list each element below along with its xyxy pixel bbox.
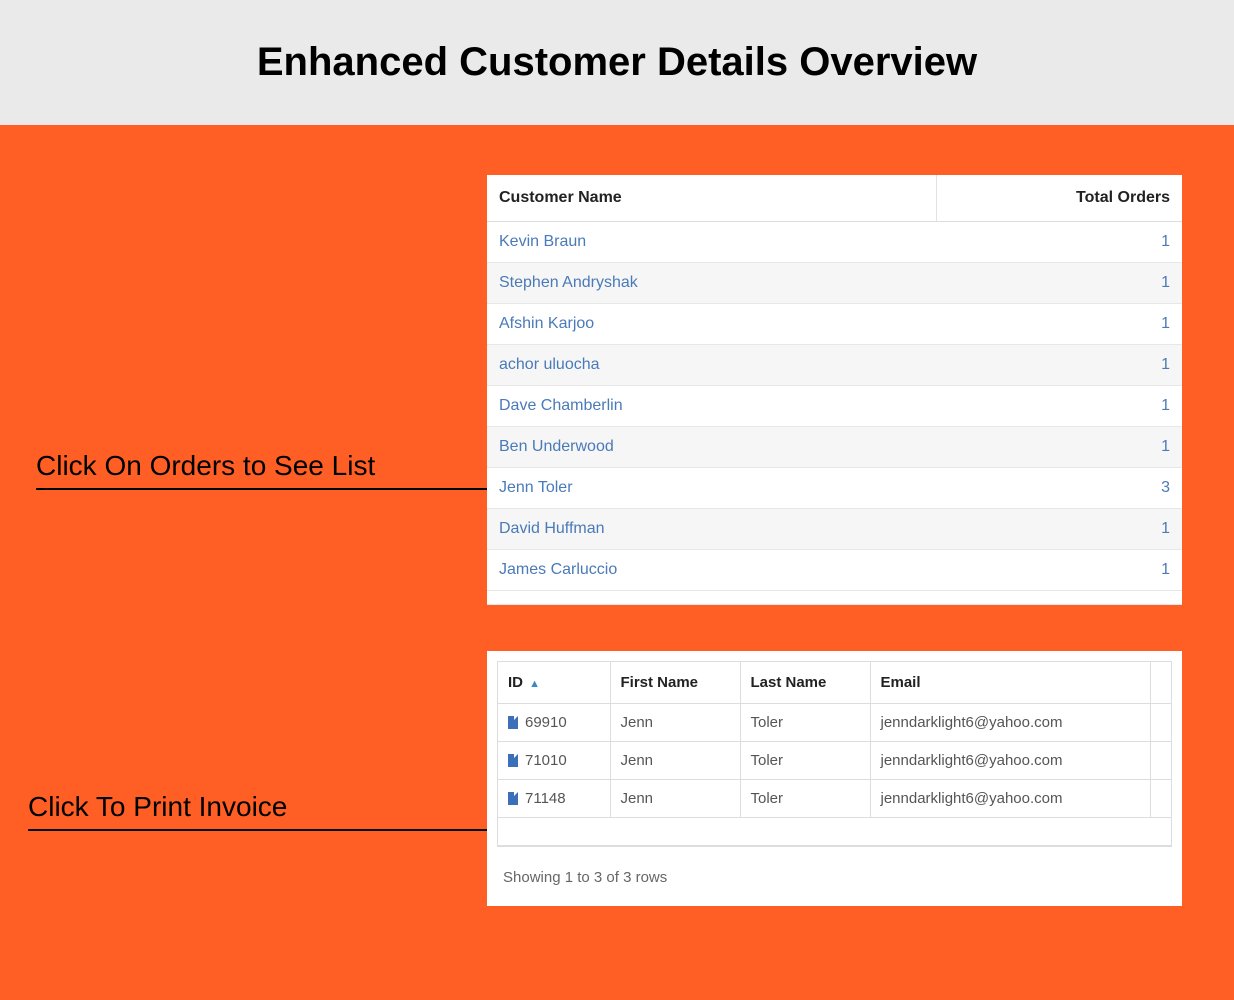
table-row: 71148 Jenn Toler jenndarklight6@yahoo.co… (498, 780, 1171, 818)
callout-print-invoice: Click To Print Invoice (28, 791, 508, 831)
table-row: Kevin Braun 1 (487, 222, 1182, 263)
total-orders-cell[interactable]: 3 (936, 468, 1182, 509)
email-cell: jenndarklight6@yahoo.com (870, 742, 1150, 780)
col-last-name[interactable]: Last Name (740, 662, 870, 704)
first-name-cell: Jenn (610, 780, 740, 818)
customer-link[interactable]: Jenn Toler (499, 479, 573, 496)
callout-label: Click On Orders to See List (36, 450, 506, 488)
table-footer-status: Showing 1 to 3 of 3 rows (497, 847, 1172, 896)
print-invoice-link[interactable]: 71010 (508, 752, 567, 769)
last-name-cell: Toler (740, 780, 870, 818)
customer-link[interactable]: achor uluocha (499, 356, 600, 373)
customer-link[interactable]: Kevin Braun (499, 233, 586, 250)
page-title: Enhanced Customer Details Overview (257, 40, 977, 85)
table-row: David Huffman 1 (487, 509, 1182, 550)
print-invoice-link[interactable]: 71148 (508, 790, 566, 807)
table-row: 69910 Jenn Toler jenndarklight6@yahoo.co… (498, 704, 1171, 742)
table-row: James Carluccio 1 (487, 550, 1182, 591)
col-first-name[interactable]: First Name (610, 662, 740, 704)
order-id: 69910 (525, 714, 567, 731)
table-row (498, 818, 1171, 846)
table-row: 71010 Jenn Toler jenndarklight6@yahoo.co… (498, 742, 1171, 780)
table-row: Jenn Toler 3 (487, 468, 1182, 509)
col-id-label: ID (508, 674, 523, 691)
col-customer-name[interactable]: Customer Name (487, 175, 936, 222)
total-orders-cell[interactable]: 1 (936, 263, 1182, 304)
trailing-cell (1150, 742, 1171, 780)
customers-panel: Customer Name Total Orders Kevin Braun 1… (487, 175, 1182, 605)
table-header-row: ID ▲ First Name Last Name Email (498, 662, 1171, 704)
order-id: 71010 (525, 752, 567, 769)
customer-link[interactable]: David Huffman (499, 520, 605, 537)
customers-table: Customer Name Total Orders Kevin Braun 1… (487, 175, 1182, 605)
customer-link[interactable]: Stephen Andryshak (499, 274, 638, 291)
customer-link[interactable]: James Carluccio (499, 561, 617, 578)
order-id: 71148 (525, 790, 566, 807)
total-orders-cell[interactable]: 1 (936, 509, 1182, 550)
print-invoice-link[interactable]: 69910 (508, 714, 567, 731)
callout-orders-list: Click On Orders to See List (36, 450, 506, 490)
table-row: Afshin Karjoo 1 (487, 304, 1182, 345)
content-area: Click On Orders to See List Click To Pri… (0, 125, 1234, 1000)
col-total-orders[interactable]: Total Orders (936, 175, 1182, 222)
total-orders-cell[interactable]: 1 (936, 345, 1182, 386)
col-email[interactable]: Email (870, 662, 1150, 704)
table-row: achor uluocha 1 (487, 345, 1182, 386)
customer-link[interactable]: Afshin Karjoo (499, 315, 594, 332)
orders-panel: ID ▲ First Name Last Name Email 69910 (487, 651, 1182, 906)
page-header: Enhanced Customer Details Overview (0, 0, 1234, 125)
last-name-cell: Toler (740, 704, 870, 742)
customer-link[interactable]: Dave Chamberlin (499, 397, 623, 414)
trailing-cell (1150, 780, 1171, 818)
document-icon (508, 792, 518, 805)
trailing-cell (1150, 704, 1171, 742)
total-orders-cell[interactable]: 1 (936, 550, 1182, 591)
callout-label: Click To Print Invoice (28, 791, 508, 829)
total-orders-cell[interactable]: 1 (936, 427, 1182, 468)
total-orders-cell[interactable]: 1 (936, 304, 1182, 345)
document-icon (508, 716, 518, 729)
document-icon (508, 754, 518, 767)
col-id[interactable]: ID ▲ (498, 662, 610, 704)
last-name-cell: Toler (740, 742, 870, 780)
email-cell: jenndarklight6@yahoo.com (870, 704, 1150, 742)
first-name-cell: Jenn (610, 704, 740, 742)
callout-rule (36, 488, 506, 490)
total-orders-cell[interactable]: 1 (936, 222, 1182, 263)
orders-table: ID ▲ First Name Last Name Email 69910 (498, 662, 1171, 846)
customer-link[interactable]: Ben Underwood (499, 438, 614, 455)
total-orders-cell[interactable]: 1 (936, 386, 1182, 427)
callout-rule (28, 829, 508, 831)
table-row: Dave Chamberlin 1 (487, 386, 1182, 427)
table-row: Stephen Andryshak 1 (487, 263, 1182, 304)
sort-asc-icon: ▲ (529, 678, 540, 690)
email-cell: jenndarklight6@yahoo.com (870, 780, 1150, 818)
first-name-cell: Jenn (610, 742, 740, 780)
table-row: Ben Underwood 1 (487, 427, 1182, 468)
col-trailing (1150, 662, 1171, 704)
table-header-row: Customer Name Total Orders (487, 175, 1182, 222)
